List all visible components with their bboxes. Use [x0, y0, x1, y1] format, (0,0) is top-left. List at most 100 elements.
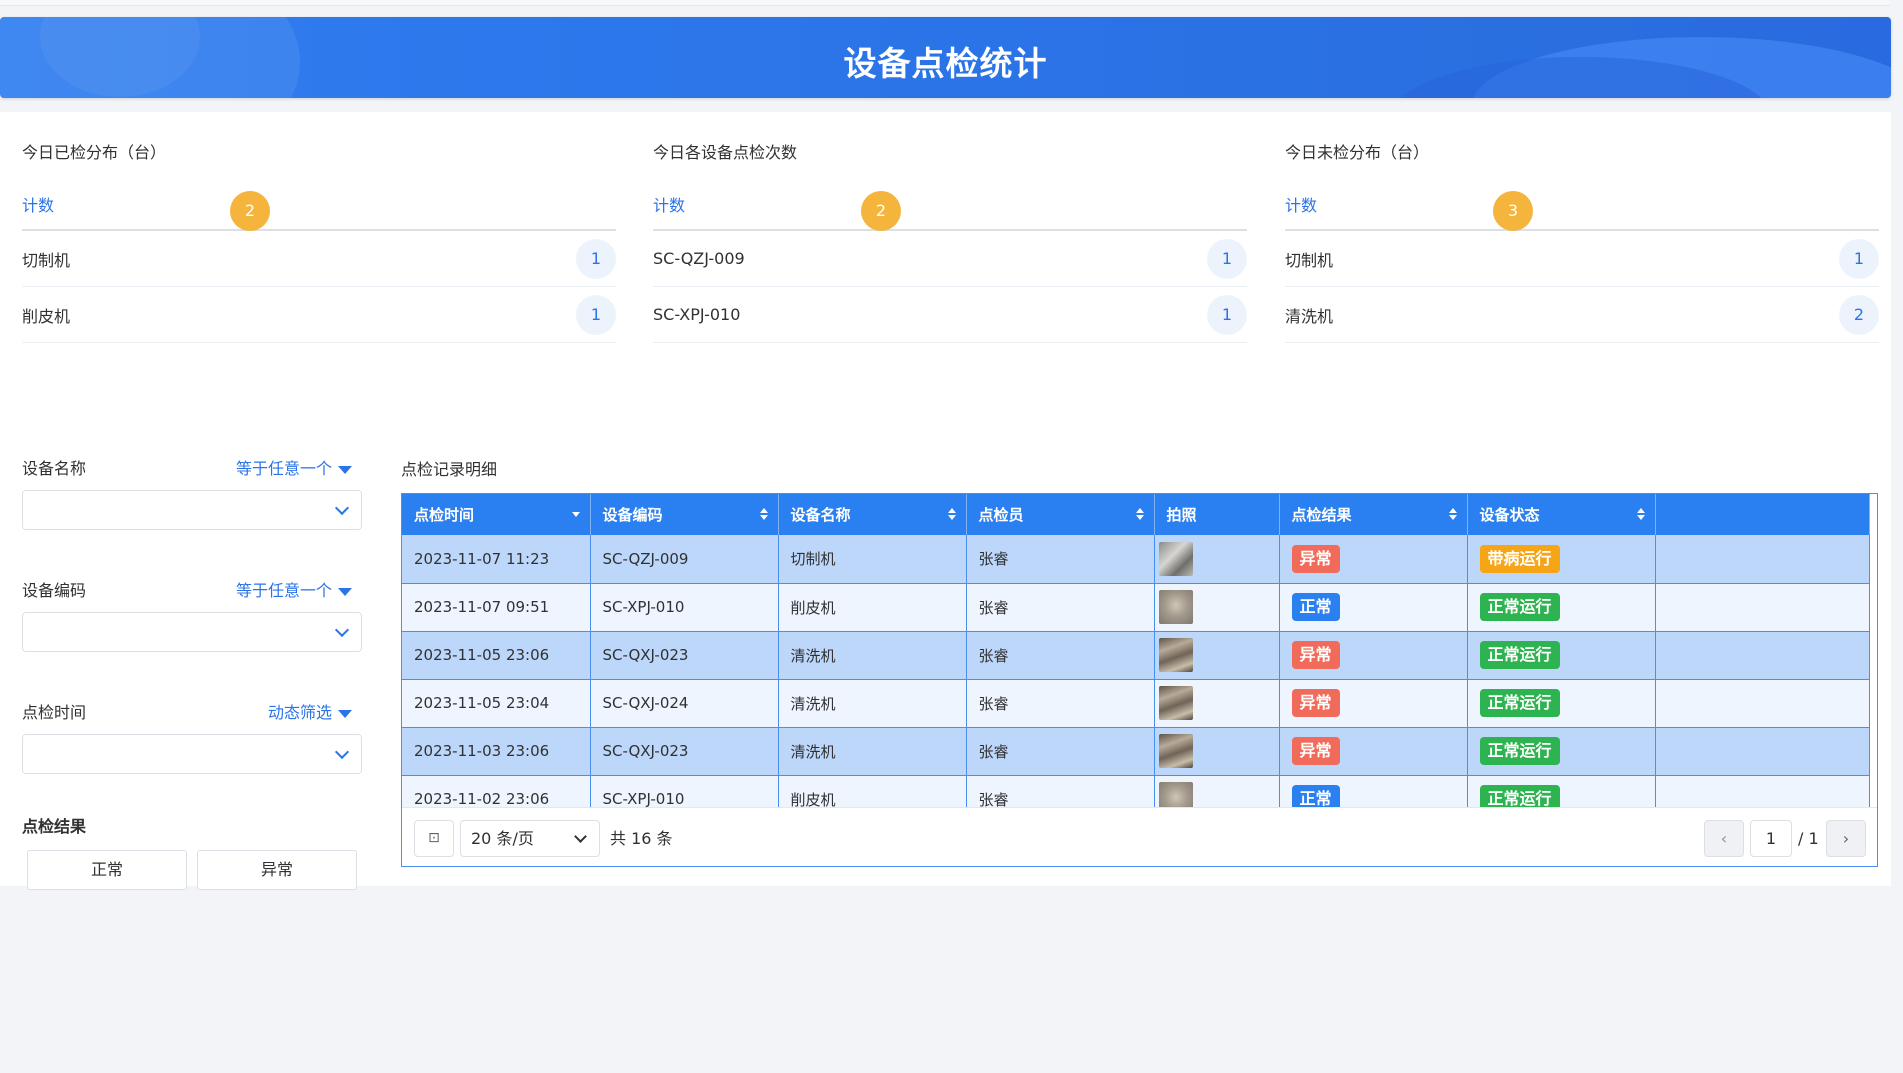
- table-row[interactable]: 2023-11-05 23:06 SC-QXJ-023 清洗机 张睿 异常 正常…: [402, 631, 1870, 680]
- cell-code: SC-QZJ-009: [590, 535, 779, 584]
- chevron-down-icon: [334, 500, 350, 516]
- page-size-select[interactable]: 20 条/页: [460, 820, 600, 857]
- cell-code: SC-XPJ-010: [590, 583, 779, 632]
- cell-name: 清洗机: [778, 727, 967, 776]
- photo-thumbnail[interactable]: [1158, 638, 1193, 672]
- page-total: / 1: [1798, 829, 1819, 848]
- chevron-down-icon: [334, 622, 350, 638]
- stat-row[interactable]: 切制机 1: [1285, 231, 1879, 287]
- table-row[interactable]: 2023-11-07 09:51 SC-XPJ-010 削皮机 张睿 正常 正常…: [402, 583, 1870, 632]
- stat-row[interactable]: SC-XPJ-010 1: [653, 287, 1247, 343]
- cell-status: 正常运行: [1467, 727, 1656, 776]
- inspect-time-select[interactable]: [22, 734, 362, 774]
- result-normal-button[interactable]: 正常: [27, 850, 187, 890]
- filter-inspect-time: 点检时间 动态筛选: [22, 696, 362, 774]
- filter-panel: 设备名称 等于任意一个 设备编码 等于任意一个 点检时间 动态筛选 点检结果 正…: [22, 452, 362, 890]
- cell-inspector: 张睿: [966, 727, 1155, 776]
- cell-time: 2023-11-07 09:51: [402, 583, 591, 632]
- next-page-button[interactable]: ›: [1826, 820, 1866, 857]
- stat-row-label: 切制机: [1285, 250, 1334, 270]
- photo-thumbnail[interactable]: [1158, 590, 1193, 624]
- col-header-photo: 拍照: [1154, 494, 1280, 535]
- stat-total-badge: 2: [861, 191, 901, 231]
- cell-inspector: 张睿: [966, 679, 1155, 728]
- device-name-select[interactable]: [22, 490, 362, 530]
- stat-head-label: 计数: [653, 196, 686, 215]
- table-header-row: 点检时间 设备编码 设备名称 点检员 拍照 点检结果 设备状态: [402, 494, 1870, 535]
- sort-icon: [1636, 508, 1645, 520]
- cell-result: 异常: [1279, 679, 1468, 728]
- filter-label: 点检结果: [22, 817, 87, 836]
- top-strip: [0, 0, 1890, 6]
- cell-code: SC-QXJ-023: [590, 631, 779, 680]
- cell-time: 2023-11-05 23:04: [402, 679, 591, 728]
- photo-thumbnail[interactable]: [1158, 686, 1193, 720]
- table-row[interactable]: 2023-11-03 23:06 SC-QXJ-023 清洗机 张睿 异常 正常…: [402, 727, 1870, 776]
- filter-mode-dropdown[interactable]: 等于任意一个: [236, 455, 362, 479]
- filter-mode-dropdown[interactable]: 动态筛选: [268, 699, 362, 723]
- photo-thumbnail[interactable]: [1158, 541, 1193, 576]
- stat-head-label: 计数: [1285, 196, 1318, 215]
- cell-name: 削皮机: [778, 583, 967, 632]
- cell-blank: [1655, 535, 1870, 584]
- first-page-button[interactable]: ⊡: [414, 820, 454, 857]
- chevron-left-icon: ‹: [1720, 829, 1728, 848]
- table-row[interactable]: 2023-11-07 11:23 SC-QZJ-009 切制机 张睿 异常 带病…: [402, 535, 1870, 584]
- cell-name: 清洗机: [778, 679, 967, 728]
- stat-row[interactable]: 切制机 1: [22, 231, 616, 287]
- current-page-input[interactable]: 1: [1750, 820, 1792, 857]
- chevron-down-icon: [334, 744, 350, 760]
- stat-row[interactable]: 削皮机 1: [22, 287, 616, 343]
- cell-blank: [1655, 631, 1870, 680]
- filter-device-name: 设备名称 等于任意一个: [22, 452, 362, 530]
- stat-row-count: 1: [1839, 238, 1879, 279]
- cell-inspector: 张睿: [966, 631, 1155, 680]
- stat-total-badge: 2: [230, 191, 270, 231]
- prev-page-button[interactable]: ‹: [1704, 820, 1744, 857]
- col-header-name[interactable]: 设备名称: [778, 494, 967, 535]
- table-row[interactable]: 2023-11-05 23:04 SC-QXJ-024 清洗机 张睿 异常 正常…: [402, 679, 1870, 728]
- cell-blank: [1655, 583, 1870, 632]
- cell-blank: [1655, 727, 1870, 776]
- stat-row-label: SC-QZJ-009: [653, 249, 745, 268]
- col-header-inspector[interactable]: 点检员: [966, 494, 1155, 535]
- result-badge: 异常: [1291, 689, 1340, 717]
- stat-row[interactable]: SC-QZJ-009 1: [653, 231, 1247, 287]
- status-badge: 正常运行: [1479, 641, 1560, 669]
- result-abnormal-button[interactable]: 异常: [197, 850, 357, 890]
- cell-photo: [1154, 535, 1280, 584]
- cell-photo: [1154, 583, 1280, 632]
- col-header-result[interactable]: 点检结果: [1279, 494, 1468, 535]
- filter-mode-dropdown[interactable]: 等于任意一个: [236, 577, 362, 601]
- sort-desc-icon: [571, 512, 580, 517]
- col-header-code[interactable]: 设备编码: [590, 494, 779, 535]
- stat-title: 今日各设备点检次数: [653, 143, 798, 162]
- col-header-status[interactable]: 设备状态: [1467, 494, 1656, 535]
- cell-result: 正常: [1279, 583, 1468, 632]
- device-code-select[interactable]: [22, 612, 362, 652]
- col-header-blank: [1655, 494, 1870, 535]
- cell-time: 2023-11-05 23:06: [402, 631, 591, 680]
- status-badge: 正常运行: [1479, 593, 1560, 621]
- cell-code: SC-QXJ-024: [590, 679, 779, 728]
- main-card: 今日已检分布（台） 计数 2 切制机 1 削皮机 1 今日各设备点检次数 计数 …: [0, 112, 1891, 890]
- header-banner: 设备点检统计: [0, 17, 1891, 98]
- cell-status: 正常运行: [1467, 679, 1656, 728]
- cell-code: SC-QXJ-023: [590, 727, 779, 776]
- filter-label: 点检时间: [22, 703, 87, 722]
- pagination-bar: ⊡ 20 条/页 共 16 条 ‹ 1 / 1 ›: [402, 807, 1877, 866]
- filter-result: 点检结果 正常 异常: [22, 812, 362, 890]
- stat-row-count: 1: [576, 238, 616, 279]
- cell-status: 带病运行: [1467, 535, 1656, 584]
- photo-thumbnail[interactable]: [1158, 734, 1193, 768]
- caret-down-icon: [338, 587, 352, 596]
- stat-row[interactable]: 清洗机 2: [1285, 287, 1879, 343]
- cell-inspector: 张睿: [966, 535, 1155, 584]
- col-header-time[interactable]: 点检时间: [402, 494, 591, 535]
- detail-table: 点检时间 设备编码 设备名称 点检员 拍照 点检结果 设备状态 2023-11-…: [402, 494, 1870, 824]
- cell-result: 异常: [1279, 631, 1468, 680]
- stat-inspected-distribution: 今日已检分布（台） 计数 2 切制机 1 削皮机 1: [22, 139, 616, 343]
- result-badge: 异常: [1291, 641, 1340, 669]
- stat-head-label: 计数: [22, 196, 55, 215]
- stat-head-row: 计数 2: [22, 179, 616, 231]
